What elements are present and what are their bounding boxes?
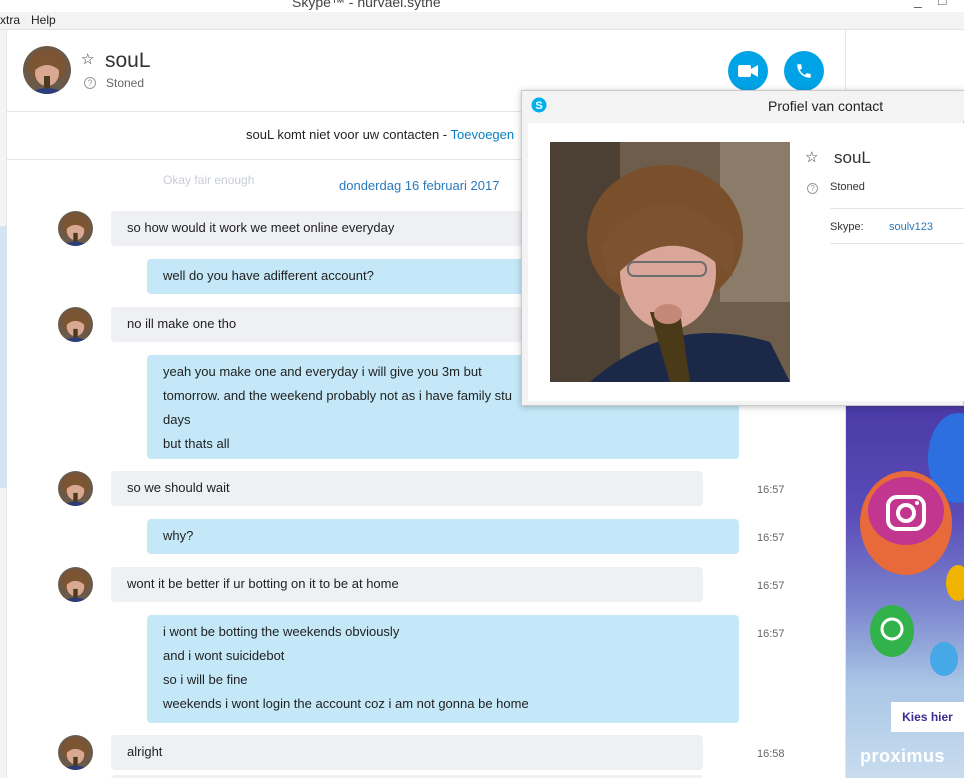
previous-message-faded: Okay fair enough: [163, 173, 255, 187]
message-time: 16:57: [757, 484, 785, 496]
audio-call-button[interactable]: [784, 51, 824, 91]
menu-extra[interactable]: xtra: [0, 13, 20, 27]
divider: [830, 208, 964, 209]
divider: [830, 243, 964, 244]
message-avatar[interactable]: [58, 471, 93, 506]
maximize-icon[interactable]: □: [938, 0, 946, 8]
skype-logo-icon: S: [531, 97, 547, 113]
message-text: alright: [127, 744, 163, 759]
date-separator: donderdag 16 februari 2017: [339, 178, 500, 193]
window-title: Skype™ - hurvael.sythe: [292, 0, 441, 10]
message-outgoing[interactable]: i wont be botting the weekends obviously…: [147, 615, 739, 723]
message-incoming[interactable]: so we should wait: [111, 471, 703, 506]
message-time: 16:57: [757, 628, 785, 640]
profile-title: Profiel van contact: [768, 98, 884, 114]
video-camera-icon: [738, 65, 758, 77]
message-text: days: [163, 412, 191, 427]
notice-text: souL komt niet voor uw contacten -: [246, 127, 448, 142]
message-text: i wont be botting the weekends obviously: [163, 624, 400, 639]
favorite-star-icon[interactable]: ☆: [81, 50, 94, 68]
message-text: so we should wait: [127, 480, 230, 495]
message-avatar[interactable]: [58, 567, 93, 602]
message-incoming[interactable]: wont it be better if ur botting on it to…: [111, 567, 703, 602]
message-avatar[interactable]: [58, 735, 93, 770]
advertisement-banner[interactable]: Kies hier proximus: [846, 403, 964, 778]
message-text: so i will be fine: [163, 672, 248, 687]
profile-titlebar[interactable]: S Profiel van contact: [522, 91, 964, 121]
message-avatar[interactable]: [58, 307, 93, 342]
message-time: 16:57: [757, 532, 785, 544]
add-contact-link[interactable]: Toevoegen: [451, 127, 515, 142]
message-text: weekends i wont login the account coz i …: [163, 696, 529, 711]
contact-avatar[interactable]: [23, 46, 71, 94]
message-incoming[interactable]: alright: [111, 735, 703, 770]
mood-status-icon: ?: [84, 77, 96, 89]
left-panel-highlight: [0, 226, 7, 488]
profile-contact-status: Stoned: [830, 181, 865, 193]
message-outgoing[interactable]: why?: [147, 519, 739, 554]
video-call-button[interactable]: [728, 51, 768, 91]
message-text: but thats all: [163, 436, 230, 451]
message-time: 16:57: [757, 580, 785, 592]
left-panel-edge: [0, 30, 7, 778]
profile-contact-name: souL: [834, 148, 871, 167]
ad-brand-logo: proximus: [860, 746, 946, 766]
skype-id-label: Skype:: [830, 221, 864, 233]
ad-cta-button[interactable]: Kies hier: [891, 702, 964, 732]
message-time: 16:58: [757, 748, 785, 760]
contact-profile-window[interactable]: S Profiel van contact ☆ souL ? Stoned Sk…: [521, 90, 964, 406]
contact-name[interactable]: souL: [105, 49, 151, 73]
profile-body: ☆ souL ? Stoned Skype: soulv123: [528, 123, 964, 401]
skype-id-value[interactable]: soulv123: [889, 221, 933, 233]
svg-text:S: S: [535, 100, 542, 112]
favorite-star-icon[interactable]: ☆: [805, 148, 818, 166]
minimize-icon[interactable]: _: [914, 0, 922, 8]
message-text: wont it be better if ur botting on it to…: [127, 576, 399, 591]
mood-status-icon: ?: [807, 183, 818, 194]
contact-profile-photo: [550, 142, 790, 382]
menu-help[interactable]: Help: [31, 13, 56, 27]
message-avatar[interactable]: [58, 211, 93, 246]
message-text: why?: [163, 528, 194, 543]
balloon-illustration: [860, 413, 964, 676]
window-titlebar: Skype™ - hurvael.sythe _ □: [0, 0, 964, 12]
menu-bar: xtra Help: [0, 12, 964, 30]
message-text: and i wont suicidebot: [163, 648, 285, 663]
contact-status: Stoned: [106, 76, 145, 90]
phone-icon: [797, 64, 811, 78]
